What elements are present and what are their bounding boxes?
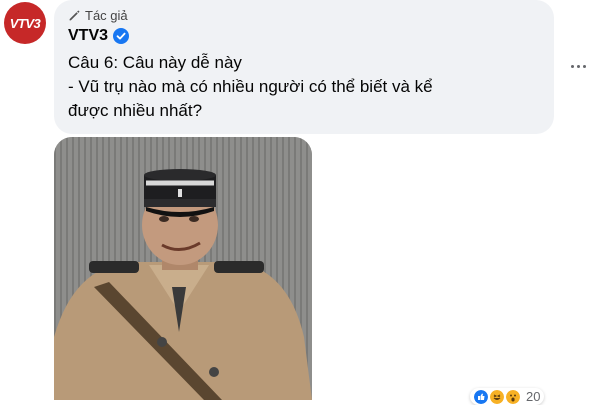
reaction-count: 20 bbox=[526, 389, 541, 404]
more-options-button[interactable] bbox=[565, 56, 591, 76]
comment-line: - Vũ trụ nào mà có nhiều người có thể bi… bbox=[68, 77, 433, 96]
comment-text: Câu 6: Câu này dễ này - Vũ trụ nào mà có… bbox=[68, 51, 538, 123]
comment-line: Câu 6: Câu này dễ này bbox=[68, 53, 242, 72]
like-icon bbox=[474, 389, 488, 404]
pencil-icon bbox=[69, 10, 80, 21]
wow-icon bbox=[506, 389, 520, 404]
author-name-row: VTV3 bbox=[68, 27, 130, 45]
verified-badge-icon bbox=[113, 28, 130, 44]
comment-line: được nhiều nhất? bbox=[68, 101, 203, 120]
reactions-summary[interactable]: 20 bbox=[470, 388, 545, 405]
more-dot bbox=[576, 64, 580, 68]
photo-illustration bbox=[54, 137, 312, 400]
more-dot bbox=[582, 64, 586, 68]
comment-bubble: Tác giả VTV3 Câu 6: Câu này dễ này - Vũ … bbox=[54, 0, 554, 134]
haha-icon bbox=[490, 389, 504, 404]
author-name[interactable]: VTV3 bbox=[68, 27, 108, 45]
comment-photo[interactable] bbox=[54, 137, 312, 400]
more-dot bbox=[570, 64, 574, 68]
avatar[interactable]: VTV3 bbox=[4, 2, 46, 44]
author-tag: Tác giả bbox=[68, 8, 128, 23]
avatar-logo: VTV3 bbox=[9, 15, 41, 31]
author-tag-label: Tác giả bbox=[85, 8, 128, 23]
